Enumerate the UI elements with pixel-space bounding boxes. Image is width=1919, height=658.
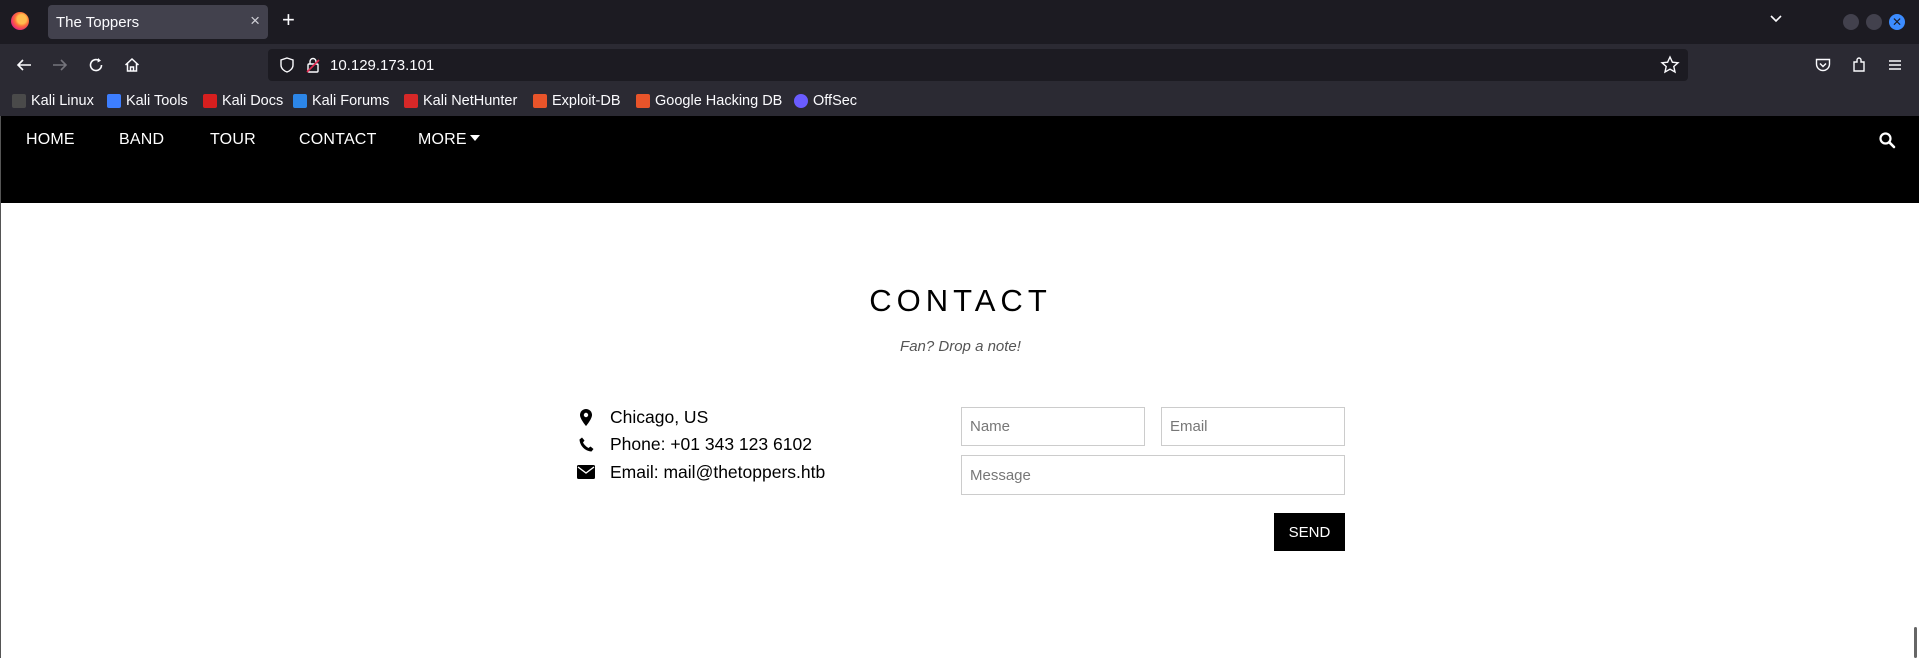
url-bar[interactable]: 10.129.173.101 bbox=[268, 49, 1688, 81]
bookmark-kali-forums[interactable]: Kali Forums bbox=[293, 91, 389, 111]
bookmark-label: Google Hacking DB bbox=[655, 93, 783, 109]
google-hacking-db-icon bbox=[636, 94, 650, 108]
url-text[interactable]: 10.129.173.101 bbox=[330, 57, 434, 74]
map-marker-icon bbox=[576, 408, 596, 426]
phone-row: Phone: +01 343 123 6102 bbox=[576, 433, 812, 455]
close-tab-icon[interactable]: × bbox=[250, 12, 260, 30]
shield-icon[interactable] bbox=[278, 56, 296, 74]
page-content: HOME BAND TOUR CONTACT MORE CONTACT Fan?… bbox=[0, 116, 1919, 658]
contact-heading: CONTACT bbox=[869, 283, 1052, 318]
phone-text: Phone: +01 343 123 6102 bbox=[610, 433, 812, 454]
bookmark-label: Kali Linux bbox=[31, 93, 94, 109]
chevron-down-icon[interactable] bbox=[1768, 11, 1784, 27]
email-row: Email: mail@thetoppers.htb bbox=[576, 461, 825, 483]
location-text: Chicago, US bbox=[610, 406, 709, 427]
bookmarks-toolbar: Kali Linux Kali Tools Kali Docs Kali For… bbox=[0, 86, 1919, 116]
nav-link-home[interactable]: HOME bbox=[26, 131, 75, 149]
tab-strip: The Toppers × + ✕ bbox=[0, 0, 1919, 44]
email-input[interactable]: Email bbox=[1161, 407, 1345, 446]
bookmark-label: Kali Forums bbox=[312, 93, 390, 109]
nav-link-tour[interactable]: TOUR bbox=[210, 131, 256, 149]
bookmark-label: Kali Tools bbox=[126, 93, 188, 109]
phone-icon bbox=[576, 435, 596, 453]
kali-tools-icon bbox=[107, 94, 121, 108]
navigation-toolbar: 10.129.173.101 bbox=[0, 44, 1919, 86]
nav-link-more[interactable]: MORE bbox=[418, 131, 480, 149]
bookmark-label: OffSec bbox=[813, 93, 858, 109]
bookmark-kali-docs[interactable]: Kali Docs bbox=[203, 91, 283, 111]
kali-docs-icon bbox=[203, 94, 217, 108]
bookmark-label: Kali Docs bbox=[222, 93, 284, 109]
scrollbar-thumb[interactable] bbox=[1914, 627, 1917, 658]
new-tab-button[interactable]: + bbox=[282, 8, 295, 32]
maximize-button[interactable] bbox=[1866, 14, 1882, 30]
browser-window: The Toppers × + ✕ 10.129.173.101 Kali Li… bbox=[0, 0, 1919, 658]
bookmark-label: Exploit-DB bbox=[552, 93, 621, 109]
message-input[interactable]: Message bbox=[961, 455, 1345, 495]
window-close-button[interactable]: ✕ bbox=[1889, 14, 1905, 30]
kali-dragon-icon bbox=[12, 94, 26, 108]
search-icon[interactable] bbox=[1878, 131, 1896, 149]
minimize-button[interactable] bbox=[1843, 14, 1859, 30]
name-input[interactable]: Name bbox=[961, 407, 1145, 446]
insecure-lock-icon[interactable] bbox=[304, 56, 322, 74]
email-text: Email: mail@thetoppers.htb bbox=[610, 461, 826, 482]
back-arrow-icon[interactable] bbox=[13, 54, 35, 76]
home-icon[interactable] bbox=[121, 54, 143, 76]
bookmark-exploit-db[interactable]: Exploit-DB bbox=[533, 91, 621, 111]
extensions-icon[interactable] bbox=[1848, 54, 1870, 76]
kali-forums-icon bbox=[293, 94, 307, 108]
contact-subtitle: Fan? Drop a note! bbox=[900, 338, 1021, 355]
send-button[interactable]: SEND bbox=[1274, 513, 1345, 551]
bookmark-kali-tools[interactable]: Kali Tools bbox=[107, 91, 188, 111]
hamburger-menu-icon[interactable] bbox=[1884, 54, 1906, 76]
reload-icon[interactable] bbox=[85, 54, 107, 76]
envelope-icon bbox=[576, 463, 596, 481]
tab-active[interactable]: The Toppers × bbox=[48, 5, 268, 39]
bookmark-google-hacking-db[interactable]: Google Hacking DB bbox=[636, 91, 782, 111]
caret-down-icon bbox=[469, 135, 480, 141]
nav-link-band[interactable]: BAND bbox=[119, 131, 164, 149]
nav-link-contact[interactable]: CONTACT bbox=[299, 131, 377, 149]
tab-title: The Toppers bbox=[56, 14, 140, 31]
pocket-icon[interactable] bbox=[1812, 54, 1834, 76]
firefox-icon[interactable] bbox=[11, 12, 29, 30]
site-navbar: HOME BAND TOUR CONTACT MORE bbox=[1, 116, 1919, 203]
bookmark-kali-nethunter[interactable]: Kali NetHunter bbox=[404, 91, 517, 111]
exploit-db-icon bbox=[533, 94, 547, 108]
kali-nethunter-icon bbox=[404, 94, 418, 108]
location-row: Chicago, US bbox=[576, 406, 708, 428]
forward-arrow-icon[interactable] bbox=[49, 54, 71, 76]
bookmark-kali-linux[interactable]: Kali Linux bbox=[12, 91, 94, 111]
offsec-icon bbox=[794, 94, 808, 108]
bookmark-offsec[interactable]: OffSec bbox=[794, 91, 857, 111]
nav-more-label: MORE bbox=[418, 131, 467, 148]
bookmark-label: Kali NetHunter bbox=[423, 93, 518, 109]
bookmark-star-icon[interactable] bbox=[1660, 55, 1680, 75]
